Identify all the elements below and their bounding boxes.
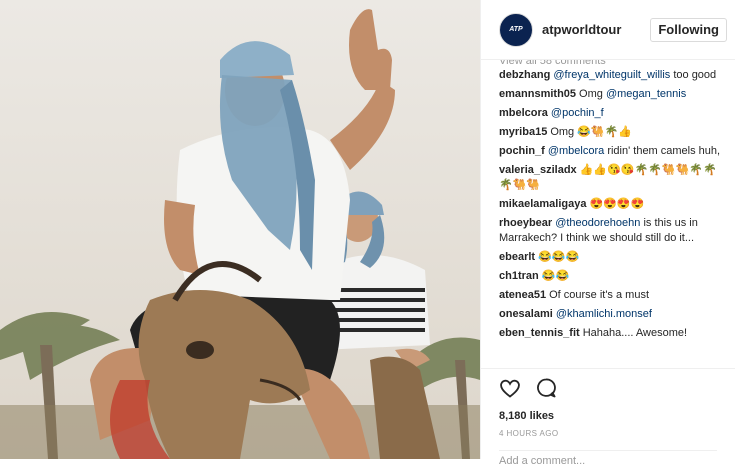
comment-text: 😍😍😍😍 (589, 198, 645, 210)
comment-mention-link[interactable]: @freya_whiteguilt_willis (553, 69, 670, 81)
comment-username[interactable]: pochin_f (499, 145, 545, 157)
comment-text: Omg (579, 88, 603, 100)
comment-username[interactable]: ebearlt (499, 251, 535, 263)
post-actions: 8,180 likes 4 HOURS AGO (481, 368, 735, 438)
username-link[interactable]: atpworldtour (542, 22, 650, 37)
comment-item: mbelcora @pochin_f (499, 106, 723, 121)
comment-item: mikaelamaligaya 😍😍😍😍 (499, 197, 723, 212)
comment-mention-link[interactable]: @mbelcora (548, 145, 604, 157)
comment-text: Omg 😂🐫🌴👍 (550, 126, 632, 138)
comment-item: debzhang @freya_whiteguilt_willis too goo… (499, 68, 723, 83)
avatar[interactable]: ATP (499, 12, 533, 47)
comment-mention-link[interactable]: @khamlichi.monsef (556, 308, 652, 320)
post-photo[interactable] (0, 0, 480, 459)
comment-text: Hahaha.... Awesome! (582, 327, 688, 339)
comment-item: emannsmith05 Omg @megan_tennis (499, 87, 723, 102)
comment-username[interactable]: debzhang (499, 69, 550, 81)
comment-username[interactable]: eben_tennis_fit (499, 327, 580, 339)
view-all-comments-link[interactable]: View all 58 comments (499, 60, 723, 68)
comment-mention-link[interactable]: @pochin_f (551, 107, 604, 119)
comment-text: 😂😂😂 (538, 251, 580, 263)
heart-icon[interactable] (499, 377, 521, 399)
comment-item: valeria_sziladx 👍👍😘😘🌴🌴🐫🐫🌴🌴🌴🐫🐫 (499, 163, 723, 193)
comment-item: onesalami @khamlichi.monsef (499, 307, 723, 322)
add-comment-input[interactable]: Add a comment... (499, 450, 717, 475)
comment-text: ridin' them camels huh, (607, 145, 721, 157)
comments-list: View all 58 comments debzhang @freya_whit… (481, 60, 735, 368)
comment-mention-link[interactable]: @theodorehoehn (555, 217, 640, 229)
comment-username[interactable]: mikaelamaligaya (499, 198, 586, 210)
comment-item: pochin_f @mbelcora ridin' them camels huh… (499, 144, 723, 159)
comment-text: 😂😂 (541, 270, 570, 282)
comment-item: atenea51 Of course it's a must (499, 288, 723, 303)
camel-ride-photo (0, 0, 480, 459)
comment-username[interactable]: valeria_sziladx (499, 164, 577, 176)
comment-item: rhoeybear @theodorehoehn is this us in Ma… (499, 216, 723, 246)
comment-username[interactable]: emannsmith05 (499, 88, 576, 100)
comment-username[interactable]: rhoeybear (499, 217, 552, 229)
comment-text: Of course it's a must (549, 289, 650, 301)
post-timestamp[interactable]: 4 HOURS AGO (499, 429, 717, 438)
following-button[interactable]: Following (650, 17, 727, 42)
comment-item: myriba15 Omg 😂🐫🌴👍 (499, 125, 723, 140)
comment-username[interactable]: mbelcora (499, 107, 548, 119)
comment-text: too good (673, 69, 717, 81)
avatar-logo-text: ATP (509, 26, 523, 33)
comment-item: ebearlt 😂😂😂 (499, 250, 723, 265)
likes-count[interactable]: 8,180 likes (499, 410, 717, 422)
comment-username[interactable]: onesalami (499, 308, 553, 320)
comment-mention-link[interactable]: @megan_tennis (606, 88, 686, 100)
comment-username[interactable]: ch1tran (499, 270, 539, 282)
comment-item: ch1tran 😂😂 (499, 269, 723, 284)
comment-username[interactable]: myriba15 (499, 126, 547, 138)
instagram-post: ATP atpworldtour Following View all 58 c… (0, 0, 735, 467)
comment-item: eben_tennis_fit Hahaha.... Awesome! (499, 326, 723, 341)
post-sidebar: ATP atpworldtour Following View all 58 c… (480, 0, 735, 467)
comment-username[interactable]: atenea51 (499, 289, 546, 301)
speech-bubble-icon[interactable] (535, 377, 557, 399)
post-header: ATP atpworldtour Following (481, 0, 735, 60)
